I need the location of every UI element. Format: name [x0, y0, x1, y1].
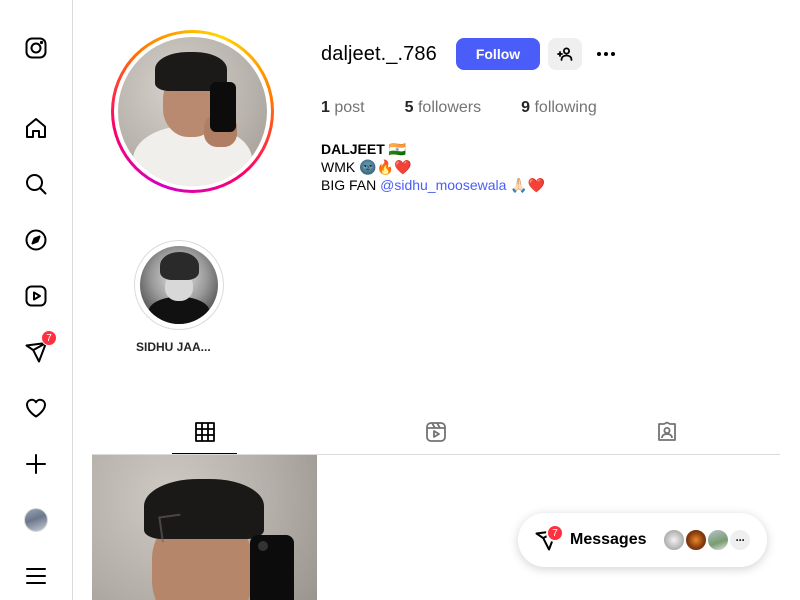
posts-stat: 1 post [321, 99, 365, 116]
messages-icon[interactable]: 7 [23, 330, 57, 365]
avatar [706, 528, 730, 552]
notifications-icon[interactable] [23, 395, 49, 421]
instagram-logo-icon[interactable] [23, 35, 49, 61]
username: daljeet._.786 [321, 43, 437, 65]
story-highlight[interactable]: SIDHU JAA... [134, 240, 224, 354]
add-person-icon [557, 47, 573, 61]
menu-icon[interactable] [23, 563, 49, 589]
explore-icon[interactable] [23, 227, 49, 253]
active-tab-indicator [172, 453, 237, 454]
avatar [662, 528, 686, 552]
followers-stat[interactable]: 5 followers [405, 99, 482, 117]
reels-tab[interactable] [423, 419, 449, 445]
messages-label: Messages [570, 531, 647, 548]
similar-accounts-button[interactable] [548, 38, 582, 70]
highlight-label: SIDHU JAA... [136, 340, 211, 354]
more-avatars-icon: ··· [728, 528, 752, 552]
profile-stats: 1 post 5 followers 9 following [321, 99, 641, 117]
profile-bio: DALJEET 🇮🇳 WMK 🌚🔥❤️ BIG FAN @sidhu_moose… [321, 140, 545, 194]
bio-mention-link[interactable]: @sidhu_moosewala [380, 177, 506, 193]
message-avatars: ··· [662, 528, 752, 552]
profile-display-name: DALJEET 🇮🇳 [321, 141, 407, 157]
home-icon[interactable] [23, 115, 49, 141]
following-stat[interactable]: 9 following [521, 99, 597, 117]
bio-line: WMK 🌚🔥❤️ [321, 159, 412, 175]
search-icon[interactable] [23, 171, 49, 197]
messages-badge: 7 [41, 330, 57, 346]
post-thumbnail[interactable] [92, 455, 317, 600]
tagged-icon [658, 421, 676, 441]
profile-picture[interactable] [111, 30, 274, 193]
avatar [684, 528, 708, 552]
grid-icon [195, 422, 215, 442]
sidebar: 7 [0, 0, 73, 600]
create-icon[interactable] [23, 451, 49, 477]
highlight-cover [140, 246, 218, 324]
profile-avatar[interactable] [24, 508, 48, 532]
tagged-tab[interactable] [654, 419, 680, 445]
bio-line: BIG FAN @sidhu_moosewala 🙏🏻❤️ [321, 177, 546, 193]
more-options-button[interactable] [592, 42, 620, 66]
messages-drawer-button[interactable]: 7 Messages ··· [518, 513, 767, 567]
reels-icon[interactable] [23, 283, 49, 309]
follow-button[interactable]: Follow [456, 38, 540, 70]
messages-count-badge: 7 [546, 524, 564, 542]
posts-tab[interactable] [192, 419, 218, 445]
reels-icon [426, 422, 446, 442]
profile-photo [118, 37, 267, 186]
